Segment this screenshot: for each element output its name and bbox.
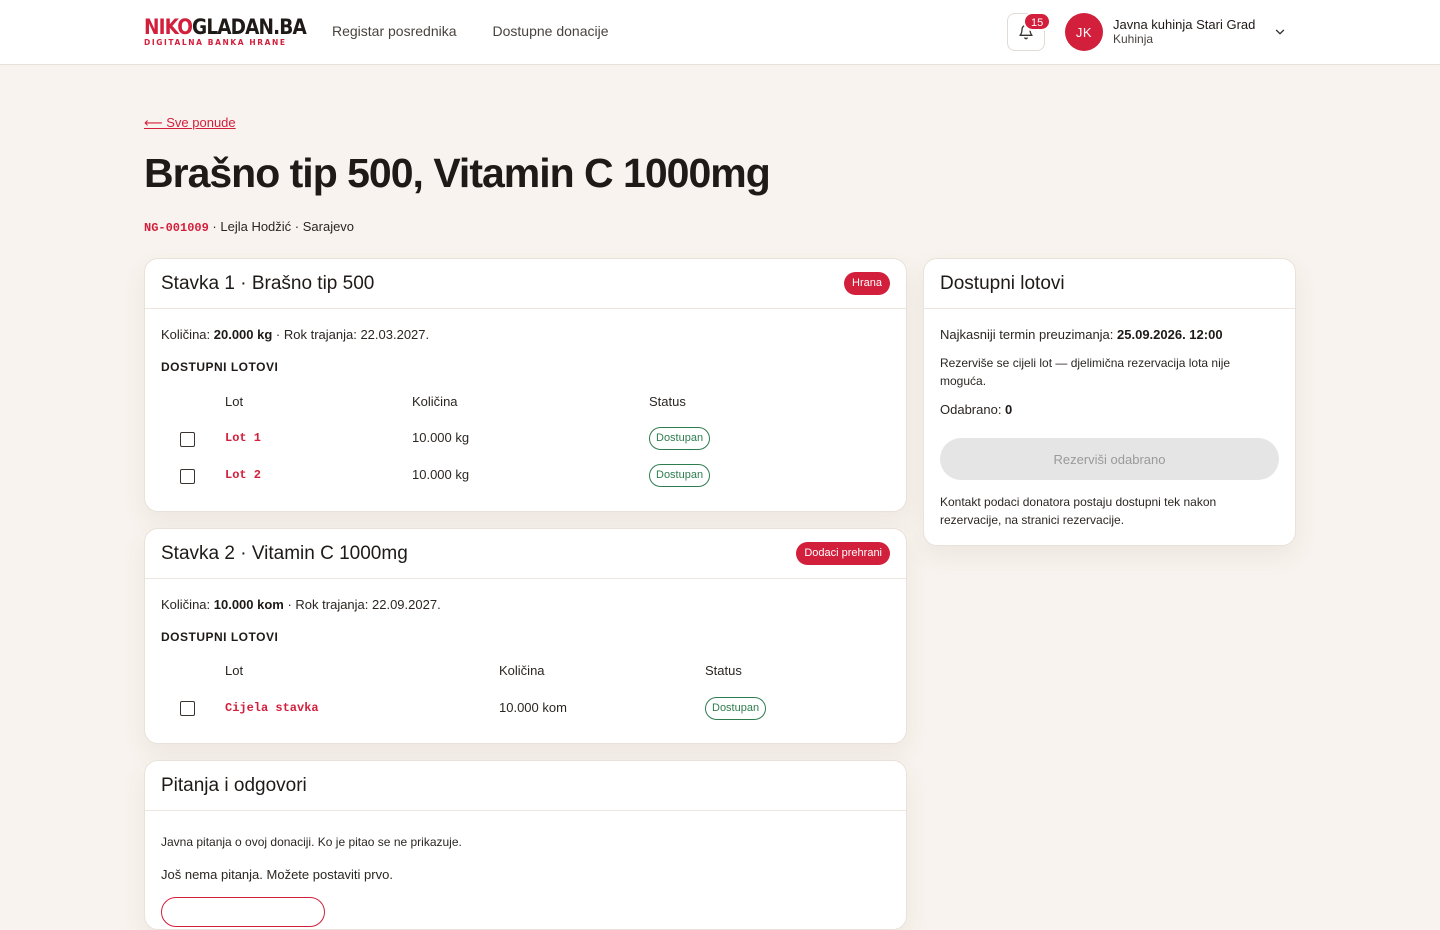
logo-dark-part: GLADAN.BA	[192, 15, 307, 39]
logo-tagline: DIGITALNA BANKA HRANE	[144, 38, 287, 47]
column-header-quantity: Količina	[499, 663, 545, 678]
lot-quantity: 10.000 kg	[412, 467, 470, 482]
reservation-panel: Dostupni lotovi Najkasniji termin preuzi…	[923, 258, 1296, 546]
chevron-down-icon	[1275, 29, 1285, 35]
account-name: Javna kuhinja Stari Grad	[1113, 17, 1256, 32]
qa-intro: Javna pitanja o ovoj donaciji. Ko je pit…	[161, 835, 462, 849]
top-bar: NIKOGLADAN.BA DIGITALNA BANKA HRANE Regi…	[0, 0, 1440, 65]
item-card-header: Stavka 2 · Vitamin C 1000mg Dodaci prehr…	[145, 529, 906, 579]
column-header-quantity: Količina	[412, 394, 458, 409]
item-card-2: Stavka 2 · Vitamin C 1000mg Dodaci prehr…	[144, 528, 907, 744]
status-badge: Dostupan	[649, 427, 711, 450]
ask-question-button[interactable]	[161, 897, 325, 927]
status-badge: Dostupan	[649, 464, 711, 487]
reserve-selected-button[interactable]: Rezerviši odabrano	[940, 438, 1279, 480]
account-menu[interactable]: JK Javna kuhinja Stari Grad Kuhinja	[1065, 13, 1287, 51]
lot-checkbox[interactable]	[180, 701, 195, 716]
contact-note: Kontakt podaci donatora postaju dostupni…	[940, 495, 1217, 527]
donation-code: NG-001009	[144, 221, 209, 235]
column-header-lot: Lot	[225, 663, 244, 678]
column-header-lot: Lot	[225, 394, 244, 409]
donation-meta: NG-001009 · Lejla Hodžić · Sarajevo	[144, 219, 354, 235]
pickup-deadline-value: 25.09.2026. 12:00	[1117, 327, 1223, 342]
avatar: JK	[1065, 13, 1103, 51]
quantity-value: 20.000 kg	[213, 327, 273, 342]
logo-wordmark: NIKOGLADAN.BA	[144, 15, 307, 39]
lot-name[interactable]: Lot 2	[225, 468, 261, 482]
brand-logo[interactable]: NIKOGLADAN.BA DIGITALNA BANKA HRANE	[144, 15, 307, 47]
qa-title: Pitanja i odgovori	[161, 774, 307, 796]
lot-checkbox[interactable]	[180, 469, 195, 484]
item-card-header: Stavka 1 · Brašno tip 500 Hrana	[145, 259, 906, 309]
logo-red-part: NIKO	[144, 15, 193, 39]
item-quantity-line: Količina: 20.000 kg · Rok trajanja: 22.0…	[161, 327, 890, 342]
item-card-body: Količina: 20.000 kg · Rok trajanja: 22.0…	[145, 309, 906, 390]
qa-card-body: Javna pitanja o ovoj donaciji. Ko je pit…	[145, 811, 906, 898]
page-title: Brašno tip 500, Vitamin C 1000mg	[144, 150, 771, 196]
category-tag: Hrana	[844, 272, 890, 295]
whole-lot-note: Rezerviše se cijeli lot — djelimična rez…	[940, 356, 1231, 388]
column-header-status: Status	[705, 663, 742, 678]
account-info: Javna kuhinja Stari Grad Kuhinja	[1113, 17, 1255, 47]
lot-checkbox[interactable]	[180, 432, 195, 447]
expiry-date: · Rok trajanja: 22.09.2027.	[283, 597, 441, 612]
qa-card-header: Pitanja i odgovori	[145, 761, 906, 811]
quantity-label: Količina:	[161, 327, 214, 342]
main-nav: Registar posrednika Dostupne donacije	[332, 23, 609, 39]
lots-section-label: DOSTUPNI LOTOVI	[161, 630, 279, 644]
selected-count-value: 0	[1005, 402, 1013, 417]
reservation-panel-header: Dostupni lotovi	[924, 259, 1295, 309]
pickup-deadline-label: Najkasniji termin preuzimanja:	[940, 327, 1118, 342]
lot-quantity: 10.000 kom	[499, 700, 567, 715]
qa-card: Pitanja i odgovori Javna pitanja o ovoj …	[144, 760, 907, 930]
item-card-1: Stavka 1 · Brašno tip 500 Hrana Količina…	[144, 258, 907, 512]
lot-name[interactable]: Cijela stavka	[225, 701, 319, 715]
lot-name[interactable]: Lot 1	[225, 431, 261, 445]
reservation-panel-title: Dostupni lotovi	[940, 272, 1065, 294]
qa-empty-message: Još nema pitanja. Možete postaviti prvo.	[161, 867, 393, 882]
reservation-panel-body: Najkasniji termin preuzimanja: 25.09.202…	[924, 309, 1295, 433]
column-header-status: Status	[649, 394, 686, 409]
item-title: Stavka 1 · Brašno tip 500	[161, 272, 375, 294]
lots-section-label: DOSTUPNI LOTOVI	[161, 360, 279, 374]
item-quantity-line: Količina: 10.000 kom · Rok trajanja: 22.…	[161, 597, 890, 612]
expiry-date: · Rok trajanja: 22.03.2027.	[272, 327, 430, 342]
selected-count: Odabrano: 0	[940, 402, 1279, 417]
quantity-value: 10.000 kom	[213, 597, 284, 612]
item-title: Stavka 2 · Vitamin C 1000mg	[161, 542, 408, 564]
pickup-deadline: Najkasniji termin preuzimanja: 25.09.202…	[940, 327, 1279, 342]
account-role: Kuhinja	[1113, 32, 1154, 46]
status-badge: Dostupan	[705, 697, 767, 720]
nav-link-registar[interactable]: Registar posrednika	[332, 23, 457, 39]
nav-link-donacije[interactable]: Dostupne donacije	[493, 23, 609, 39]
quantity-label: Količina:	[161, 597, 214, 612]
item-card-body: Količina: 10.000 kom · Rok trajanja: 22.…	[145, 579, 906, 660]
back-to-offers-link[interactable]: ⟵ Sve ponude	[144, 115, 236, 131]
lot-quantity: 10.000 kg	[412, 430, 470, 445]
category-tag: Dodaci prehrani	[796, 542, 890, 565]
notifications-badge: 15	[1023, 12, 1052, 31]
donor-location: · Lejla Hodžić · Sarajevo	[208, 219, 355, 234]
selected-count-label: Odabrano:	[940, 402, 1006, 417]
